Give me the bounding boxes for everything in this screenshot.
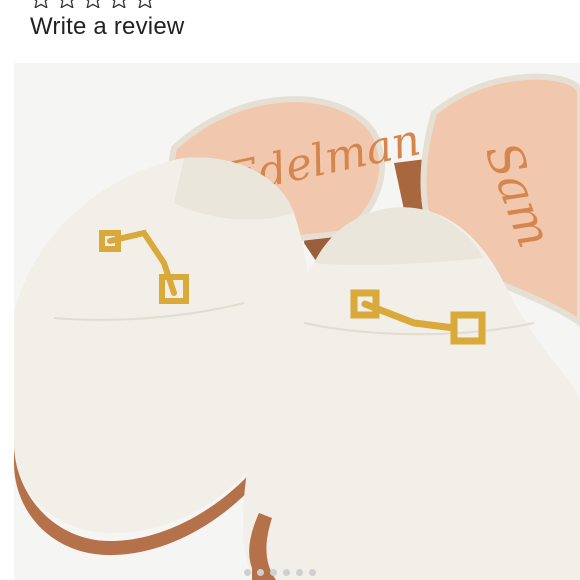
star-icon[interactable] bbox=[134, 0, 156, 8]
star-icon[interactable] bbox=[108, 0, 130, 8]
rating-stars[interactable] bbox=[30, 0, 156, 8]
write-review-link[interactable]: Write a review bbox=[30, 12, 184, 42]
star-icon[interactable] bbox=[82, 0, 104, 8]
carousel-dot[interactable] bbox=[309, 569, 316, 576]
carousel-dot[interactable] bbox=[244, 569, 251, 576]
carousel-dots[interactable] bbox=[244, 569, 316, 576]
carousel-dot[interactable] bbox=[283, 569, 290, 576]
star-icon[interactable] bbox=[30, 0, 52, 8]
star-icon[interactable] bbox=[56, 0, 78, 8]
carousel-dot[interactable] bbox=[270, 569, 277, 576]
product-photo[interactable]: Edelman Sam bbox=[14, 63, 580, 580]
carousel-dot[interactable] bbox=[296, 569, 303, 576]
carousel-dot[interactable] bbox=[257, 569, 264, 576]
white-loafer-mules-image: Edelman Sam bbox=[14, 63, 580, 580]
product-review-screen: Write a review Edelman Sam bbox=[0, 0, 580, 580]
